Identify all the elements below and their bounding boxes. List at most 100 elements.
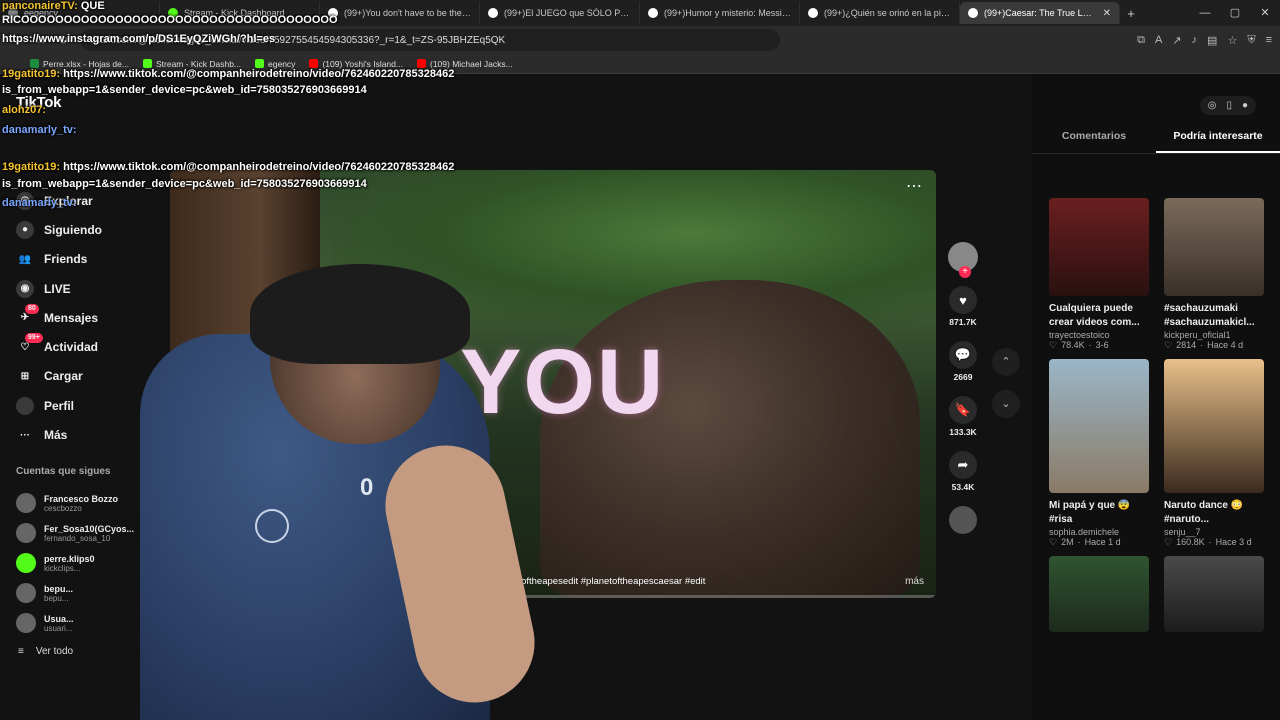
back-icon[interactable]: ←	[8, 33, 30, 47]
avatar	[16, 613, 36, 633]
bookmark-item[interactable]: Stream - Kick Dashb...	[142, 58, 242, 69]
browser-tab-active[interactable]: (99+)Caesar: The True Leader ✕	[960, 2, 1120, 24]
follow-plus-icon[interactable]: +	[959, 266, 971, 278]
share-arrow-icon: ➦	[949, 451, 977, 479]
suggested-video-card[interactable]: #sachauzumaki #sachauzumakicl... kickper…	[1164, 198, 1264, 351]
following-icon: ●	[16, 220, 34, 239]
heart-icon: ♡	[1164, 537, 1173, 547]
card-likes: 78.4K	[1061, 340, 1085, 350]
url-field[interactable]: tiktok.com/@lucifermagne_official/video/…	[80, 29, 780, 51]
right-panel: ◎ ▯ ● Comentarios Podría interesarte Cua…	[1032, 74, 1280, 720]
browser-tab[interactable]: (99+)El JUEGO que SÓLO PODES JUGAR	[480, 2, 640, 24]
save-button[interactable]: 🔖 133.3K	[949, 396, 977, 437]
video-thumbnail	[1164, 198, 1264, 296]
card-likes: 160.8K	[1176, 537, 1205, 547]
like-count: 871.7K	[949, 317, 977, 327]
activity-icon: ♡ 99+	[16, 333, 43, 356]
live-icon: ◉	[16, 279, 34, 298]
sidebar-item-label: Más	[44, 428, 68, 443]
bookmark-item[interactable]: (109) Michael Jacks...	[416, 59, 513, 69]
share-count: 53.4K	[951, 482, 975, 492]
next-video-button[interactable]: ⌄	[992, 390, 1020, 418]
tab-podria-interesarte[interactable]: Podría interesarte	[1156, 130, 1280, 153]
browser-tab[interactable]: Stream - Kick Dashboard	[160, 2, 320, 24]
browser-tab[interactable]: eegency	[0, 2, 160, 24]
share-icon[interactable]: ↗	[1172, 34, 1181, 47]
streamer-webcam: 0	[70, 244, 570, 720]
tiktok-favicon-icon	[648, 8, 658, 18]
friends-icon: 👥	[18, 253, 32, 265]
previous-video-button[interactable]: ⌃	[992, 348, 1020, 376]
card-meta: ♡ 160.8K · Hace 3 d	[1164, 537, 1264, 548]
caption-more-link[interactable]: más	[905, 576, 924, 587]
card-title: #sachauzumaki #sachauzumakicl...	[1164, 303, 1255, 328]
heart-icon: ♥	[949, 286, 977, 314]
card-age: Hace 4 d	[1207, 340, 1244, 350]
close-window-icon[interactable]: ✕	[1250, 0, 1280, 26]
card-author: trayectoestoico	[1049, 330, 1110, 340]
shield-icon[interactable]: ⛨	[1247, 34, 1255, 47]
favorites-icon[interactable]: ☆	[1227, 34, 1237, 47]
window-controls: — ▢ ✕	[1190, 0, 1280, 26]
heart-icon: ♡	[1049, 537, 1058, 547]
minimize-icon[interactable]: —	[1190, 0, 1220, 26]
browser-tab[interactable]: (99+)¿Quién se orinó en la piscina?	[800, 2, 960, 24]
list-icon: ≡	[18, 646, 24, 657]
sidebar-item-label: Siguiendo	[44, 222, 102, 237]
user-avatar-icon[interactable]: ●	[1242, 100, 1248, 111]
webcam-hair	[250, 264, 470, 364]
meta-separator: ·	[1208, 537, 1212, 547]
sidebar-item-explorar[interactable]: ◎ Explorar	[0, 186, 150, 215]
video-thumbnail	[1049, 556, 1149, 632]
url-text: tiktok.com/@lucifermagne_official/video/…	[90, 34, 506, 46]
tiktok-logo[interactable]: TikTok	[16, 94, 61, 111]
suggested-video-card[interactable]: Cualquiera puede crear videos com... tra…	[1049, 198, 1149, 351]
avatar	[16, 523, 36, 543]
bookmarks-bar: Perre.xlsx - Hojas de... Stream - Kick D…	[0, 54, 1280, 74]
extension-icon[interactable]: ⧉	[1137, 34, 1145, 47]
sidebar-item-label: Explorar	[44, 193, 93, 208]
suggested-video-card[interactable]: Mi papá y que 😨 #risa sophia.demichele ♡…	[1049, 359, 1149, 548]
phone-icon[interactable]: ▯	[1226, 100, 1232, 111]
like-button[interactable]: ♥ 871.7K	[949, 286, 977, 327]
reload-icon[interactable]: ↻	[52, 33, 74, 47]
translate-icon[interactable]: A	[1155, 34, 1162, 47]
music-icon[interactable]: ♪	[1192, 34, 1198, 47]
close-tab-icon[interactable]: ✕	[1103, 8, 1111, 19]
bookmark-item[interactable]: (109) Yoshi's Island...	[309, 59, 403, 69]
share-button[interactable]: ➦ 53.4K	[949, 451, 977, 492]
bookmark-item[interactable]: Perre.xlsx - Hojas de...	[30, 59, 129, 69]
menu-icon[interactable]: ≡	[1266, 34, 1272, 47]
tiktok-favicon-icon	[968, 8, 978, 18]
music-disc-icon[interactable]	[949, 506, 977, 534]
browser-tab[interactable]: (99+)You don't have to be the bad guy	[320, 2, 480, 24]
comment-button[interactable]: 💬 2669	[949, 341, 977, 382]
see-all-button[interactable]: ≡ Ver todo	[18, 646, 73, 657]
video-more-options-icon[interactable]: ⋯	[906, 176, 922, 196]
suggested-video-card[interactable]: Naruto dance 😳 #naruto... senju__7 ♡ 160.…	[1164, 359, 1264, 548]
compass-icon[interactable]: ◎	[1208, 100, 1217, 111]
tab-comentarios[interactable]: Comentarios	[1032, 130, 1156, 153]
comment-count: 2669	[953, 372, 973, 382]
tab-title: (99+)You don't have to be the bad guy	[344, 8, 471, 18]
bookmark-item[interactable]: egency	[255, 59, 295, 69]
creator-avatar[interactable]: +	[948, 242, 978, 278]
logo-text: TikTok	[16, 94, 62, 111]
suggested-video-card[interactable]	[1164, 556, 1264, 632]
bookmark-label: Stream - Kick Dashb...	[155, 58, 242, 69]
compass-icon: ◎	[16, 191, 34, 210]
tiktok-favicon-icon	[488, 8, 498, 18]
card-title: Naruto dance 😳 #naruto...	[1164, 500, 1244, 525]
webcam-shirt-logo	[255, 509, 289, 543]
video-thumbnail	[1164, 359, 1264, 493]
browser-tab-bar: eegency Stream - Kick Dashboard (99+)You…	[0, 0, 1280, 26]
suggested-video-card[interactable]	[1049, 556, 1149, 632]
new-tab-button[interactable]: +	[1120, 6, 1142, 21]
browser-tab[interactable]: (99+)Humor y misterio: Messi y Cristiano	[640, 2, 800, 24]
activity-badge: 99+	[25, 333, 43, 344]
sidebar-item-siguiendo[interactable]: ● Siguiendo	[0, 215, 150, 244]
maximize-icon[interactable]: ▢	[1220, 0, 1250, 26]
forward-icon[interactable]: →	[30, 33, 52, 47]
sidebar-toggle-icon[interactable]: ▤	[1207, 34, 1217, 47]
card-title: Mi papá y que 😨 #risa	[1049, 500, 1131, 525]
